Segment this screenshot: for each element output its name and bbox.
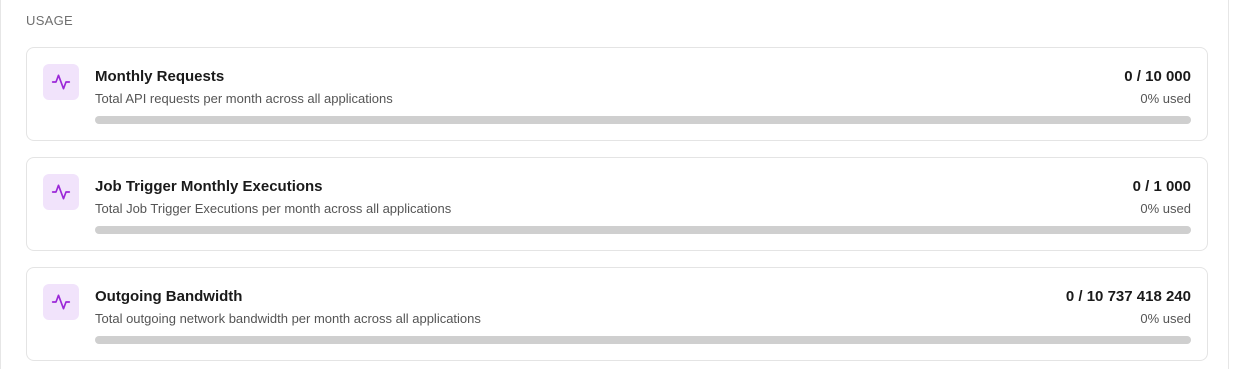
section-title: USAGE xyxy=(26,13,74,28)
card-description: Total API requests per month across all … xyxy=(95,91,393,106)
card-title: Job Trigger Monthly Executions xyxy=(95,178,323,195)
usage-count: 0 / 1 000 xyxy=(1132,178,1191,195)
usage-count: 0 / 10 000 xyxy=(1124,68,1191,85)
usage-card-monthly-requests: Monthly Requests Total API requests per … xyxy=(26,47,1208,141)
card-title: Outgoing Bandwidth xyxy=(95,288,243,305)
usage-progress-bar xyxy=(95,116,1191,124)
usage-card-outgoing-bandwidth: Outgoing Bandwidth Total outgoing networ… xyxy=(26,267,1208,361)
usage-progress-bar xyxy=(95,226,1191,234)
usage-percent: 0% used xyxy=(1140,311,1191,326)
usage-progress-bar xyxy=(95,336,1191,344)
activity-icon xyxy=(43,174,79,210)
activity-icon xyxy=(43,64,79,100)
usage-percent: 0% used xyxy=(1140,201,1191,216)
usage-count: 0 / 10 737 418 240 xyxy=(1065,288,1191,305)
card-title: Monthly Requests xyxy=(95,68,225,85)
usage-percent: 0% used xyxy=(1140,91,1191,106)
card-description: Total outgoing network bandwidth per mon… xyxy=(95,311,481,326)
usage-card-job-trigger-executions: Job Trigger Monthly Executions Total Job… xyxy=(26,157,1208,251)
card-description: Total Job Trigger Executions per month a… xyxy=(95,201,452,216)
usage-panel: USAGE Monthly Requests Total API request… xyxy=(0,0,1229,369)
activity-icon xyxy=(43,284,79,320)
